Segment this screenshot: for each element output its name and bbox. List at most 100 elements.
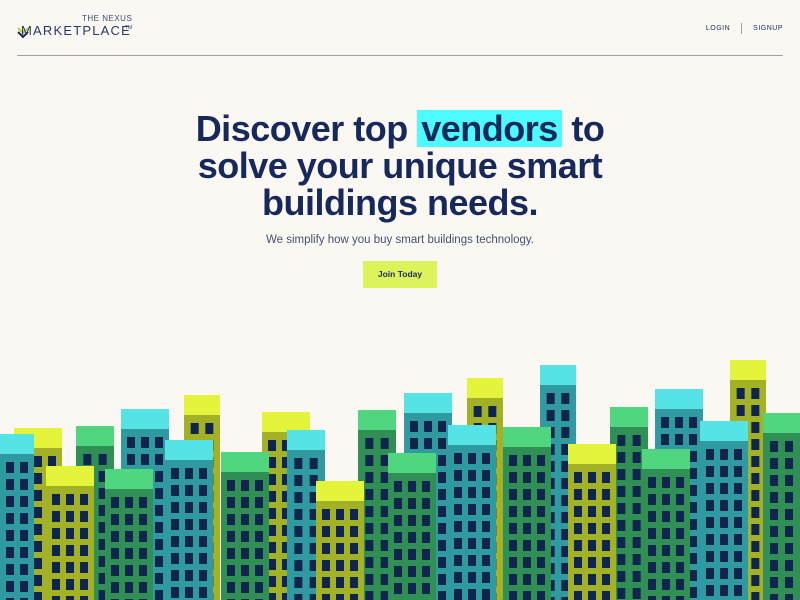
building-roof (448, 425, 496, 445)
building-window (438, 438, 446, 449)
building-window (662, 528, 670, 539)
headline-line-3: buildings needs. (261, 182, 539, 223)
building-window (365, 472, 374, 483)
building-window (255, 548, 263, 559)
building-window (523, 540, 531, 551)
building-window (482, 572, 490, 583)
building-window (588, 591, 596, 600)
building-window (785, 560, 793, 571)
building-window (648, 477, 656, 488)
building-window (488, 406, 497, 417)
building-window (155, 522, 163, 533)
building-window (66, 562, 74, 573)
building-window (380, 506, 389, 517)
building-window (350, 594, 358, 600)
building-window (227, 548, 235, 559)
building-window (268, 491, 276, 502)
building-window (394, 583, 402, 594)
signup-link[interactable]: SIGNUP (753, 25, 783, 32)
building-window (689, 502, 697, 513)
building-window (468, 521, 476, 532)
building-window (574, 574, 582, 585)
building-window (617, 571, 626, 582)
building-window (648, 528, 656, 539)
building-roof (165, 440, 213, 460)
building-window (350, 577, 358, 588)
building-window (380, 574, 389, 585)
building-window (706, 466, 714, 477)
building-window (770, 492, 778, 503)
building-window (294, 577, 303, 588)
building-window (227, 565, 235, 576)
building-window (662, 562, 670, 573)
building-window (523, 591, 531, 600)
building-window (422, 566, 430, 577)
building-window (111, 548, 119, 559)
building-window (80, 528, 88, 539)
building-window (185, 570, 193, 581)
building-window (34, 524, 42, 535)
building (0, 434, 34, 600)
building-body (642, 449, 690, 600)
building-window (482, 470, 490, 481)
login-link[interactable]: LOGIN (706, 25, 730, 32)
building-window (751, 558, 760, 569)
building-window (66, 596, 74, 600)
building-window (720, 517, 728, 528)
building-window (770, 458, 778, 469)
building-window (66, 579, 74, 590)
building-window (751, 592, 760, 600)
building-window (438, 472, 446, 483)
building-window (394, 481, 402, 492)
building-window (155, 505, 163, 516)
building-window (52, 562, 60, 573)
building-roof (388, 453, 436, 473)
building-window (241, 480, 249, 491)
building-window (125, 548, 133, 559)
building-window (632, 452, 641, 463)
building-window (675, 434, 683, 445)
building-roof (655, 389, 703, 409)
brand-logo[interactable]: THE NEXUS MARKETPLACE TM (17, 14, 147, 44)
building-window (706, 568, 714, 579)
building-window (125, 497, 133, 508)
building-window (365, 591, 374, 600)
building-window (336, 509, 344, 520)
building-window (125, 582, 133, 593)
building-window (632, 520, 641, 531)
building-window (52, 528, 60, 539)
building-window (410, 421, 418, 432)
building-window (6, 513, 14, 524)
building-window (52, 494, 60, 505)
building-window (438, 455, 446, 466)
building-window (454, 521, 462, 532)
building-window (227, 582, 235, 593)
building-window (468, 572, 476, 583)
building-window (322, 526, 330, 537)
building-window (380, 540, 389, 551)
building-window (662, 494, 670, 505)
building-window (336, 577, 344, 588)
building-window (734, 551, 742, 562)
building-window (6, 462, 14, 473)
building-window (268, 525, 276, 536)
building-window (98, 454, 107, 465)
building-window (602, 557, 610, 568)
building-window (199, 570, 207, 581)
join-today-button[interactable]: Join Today (362, 261, 438, 288)
building-window (706, 449, 714, 460)
building-window (482, 555, 490, 566)
building-window (125, 565, 133, 576)
building-roof (503, 427, 551, 447)
building-window (523, 523, 531, 534)
building-window (171, 587, 179, 598)
building-window (661, 417, 669, 428)
building-window (171, 536, 179, 547)
building-roof (700, 421, 748, 441)
building-window (294, 475, 303, 486)
building-window (720, 500, 728, 511)
building-window (227, 531, 235, 542)
building (165, 440, 213, 600)
building-window (125, 531, 133, 542)
building-window (617, 554, 626, 565)
